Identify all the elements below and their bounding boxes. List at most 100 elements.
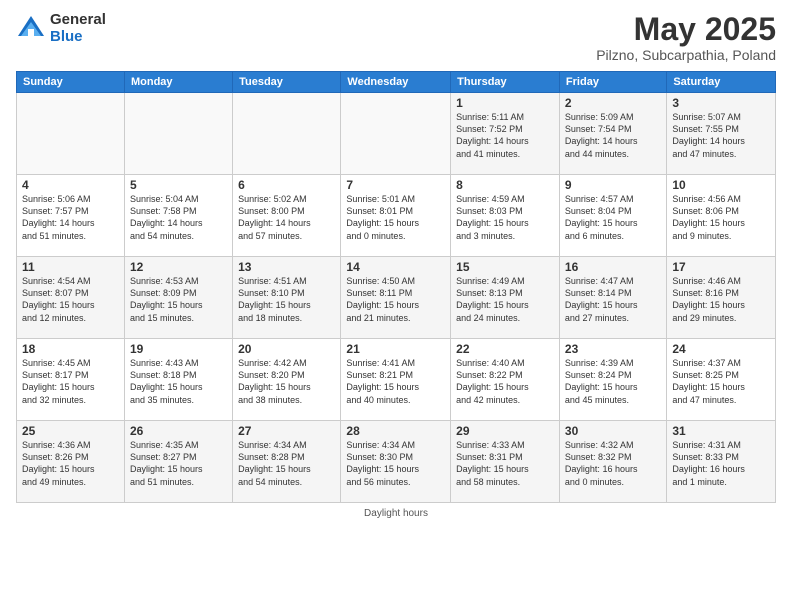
day-info: Sunrise: 4:37 AM Sunset: 8:25 PM Dayligh… (672, 357, 770, 406)
day-cell: 2Sunrise: 5:09 AM Sunset: 7:54 PM Daylig… (559, 93, 666, 175)
day-number: 30 (565, 424, 661, 438)
day-cell: 11Sunrise: 4:54 AM Sunset: 8:07 PM Dayli… (17, 257, 125, 339)
logo: General Blue (16, 12, 106, 45)
day-cell: 29Sunrise: 4:33 AM Sunset: 8:31 PM Dayli… (451, 421, 560, 503)
day-number: 26 (130, 424, 227, 438)
day-number: 2 (565, 96, 661, 110)
logo-text: General Blue (50, 12, 106, 45)
day-cell: 18Sunrise: 4:45 AM Sunset: 8:17 PM Dayli… (17, 339, 125, 421)
day-info: Sunrise: 4:43 AM Sunset: 8:18 PM Dayligh… (130, 357, 227, 406)
logo-general-text: General (50, 12, 106, 29)
day-number: 17 (672, 260, 770, 274)
day-number: 20 (238, 342, 335, 356)
day-number: 7 (346, 178, 445, 192)
day-cell: 26Sunrise: 4:35 AM Sunset: 8:27 PM Dayli… (124, 421, 232, 503)
day-number: 24 (672, 342, 770, 356)
day-cell: 20Sunrise: 4:42 AM Sunset: 8:20 PM Dayli… (233, 339, 341, 421)
day-cell: 25Sunrise: 4:36 AM Sunset: 8:26 PM Dayli… (17, 421, 125, 503)
day-number: 19 (130, 342, 227, 356)
col-wednesday: Wednesday (341, 72, 451, 93)
day-info: Sunrise: 4:42 AM Sunset: 8:20 PM Dayligh… (238, 357, 335, 406)
day-number: 10 (672, 178, 770, 192)
col-saturday: Saturday (667, 72, 776, 93)
day-cell: 8Sunrise: 4:59 AM Sunset: 8:03 PM Daylig… (451, 175, 560, 257)
day-info: Sunrise: 4:47 AM Sunset: 8:14 PM Dayligh… (565, 275, 661, 324)
day-info: Sunrise: 4:40 AM Sunset: 8:22 PM Dayligh… (456, 357, 554, 406)
day-number: 4 (22, 178, 119, 192)
day-cell: 3Sunrise: 5:07 AM Sunset: 7:55 PM Daylig… (667, 93, 776, 175)
day-cell: 21Sunrise: 4:41 AM Sunset: 8:21 PM Dayli… (341, 339, 451, 421)
day-number: 31 (672, 424, 770, 438)
day-number: 8 (456, 178, 554, 192)
day-cell: 17Sunrise: 4:46 AM Sunset: 8:16 PM Dayli… (667, 257, 776, 339)
day-info: Sunrise: 5:11 AM Sunset: 7:52 PM Dayligh… (456, 111, 554, 160)
day-info: Sunrise: 4:31 AM Sunset: 8:33 PM Dayligh… (672, 439, 770, 488)
day-info: Sunrise: 4:34 AM Sunset: 8:30 PM Dayligh… (346, 439, 445, 488)
day-number: 18 (22, 342, 119, 356)
day-cell: 19Sunrise: 4:43 AM Sunset: 8:18 PM Dayli… (124, 339, 232, 421)
logo-icon (16, 14, 46, 44)
title-block: May 2025 Pilzno, Subcarpathia, Poland (596, 12, 776, 63)
day-info: Sunrise: 5:07 AM Sunset: 7:55 PM Dayligh… (672, 111, 770, 160)
day-number: 9 (565, 178, 661, 192)
day-info: Sunrise: 5:06 AM Sunset: 7:57 PM Dayligh… (22, 193, 119, 242)
day-cell (124, 93, 232, 175)
day-cell (233, 93, 341, 175)
day-info: Sunrise: 4:36 AM Sunset: 8:26 PM Dayligh… (22, 439, 119, 488)
day-number: 27 (238, 424, 335, 438)
day-info: Sunrise: 4:49 AM Sunset: 8:13 PM Dayligh… (456, 275, 554, 324)
day-cell: 23Sunrise: 4:39 AM Sunset: 8:24 PM Dayli… (559, 339, 666, 421)
day-info: Sunrise: 4:54 AM Sunset: 8:07 PM Dayligh… (22, 275, 119, 324)
day-info: Sunrise: 4:56 AM Sunset: 8:06 PM Dayligh… (672, 193, 770, 242)
day-info: Sunrise: 4:51 AM Sunset: 8:10 PM Dayligh… (238, 275, 335, 324)
day-number: 1 (456, 96, 554, 110)
day-cell: 6Sunrise: 5:02 AM Sunset: 8:00 PM Daylig… (233, 175, 341, 257)
header: General Blue May 2025 Pilzno, Subcarpath… (16, 12, 776, 63)
title-month: May 2025 (596, 12, 776, 47)
week-row-2: 4Sunrise: 5:06 AM Sunset: 7:57 PM Daylig… (17, 175, 776, 257)
day-cell: 13Sunrise: 4:51 AM Sunset: 8:10 PM Dayli… (233, 257, 341, 339)
day-number: 13 (238, 260, 335, 274)
day-info: Sunrise: 5:02 AM Sunset: 8:00 PM Dayligh… (238, 193, 335, 242)
day-info: Sunrise: 4:53 AM Sunset: 8:09 PM Dayligh… (130, 275, 227, 324)
logo-blue-text: Blue (50, 29, 106, 46)
day-info: Sunrise: 4:34 AM Sunset: 8:28 PM Dayligh… (238, 439, 335, 488)
col-monday: Monday (124, 72, 232, 93)
footer: Daylight hours (16, 508, 776, 519)
day-info: Sunrise: 4:46 AM Sunset: 8:16 PM Dayligh… (672, 275, 770, 324)
day-cell: 24Sunrise: 4:37 AM Sunset: 8:25 PM Dayli… (667, 339, 776, 421)
day-info: Sunrise: 4:32 AM Sunset: 8:32 PM Dayligh… (565, 439, 661, 488)
day-number: 5 (130, 178, 227, 192)
day-info: Sunrise: 4:39 AM Sunset: 8:24 PM Dayligh… (565, 357, 661, 406)
day-cell: 10Sunrise: 4:56 AM Sunset: 8:06 PM Dayli… (667, 175, 776, 257)
day-number: 28 (346, 424, 445, 438)
day-cell: 22Sunrise: 4:40 AM Sunset: 8:22 PM Dayli… (451, 339, 560, 421)
day-cell: 15Sunrise: 4:49 AM Sunset: 8:13 PM Dayli… (451, 257, 560, 339)
col-tuesday: Tuesday (233, 72, 341, 93)
calendar: Sunday Monday Tuesday Wednesday Thursday… (16, 71, 776, 503)
day-number: 12 (130, 260, 227, 274)
day-cell (341, 93, 451, 175)
day-info: Sunrise: 4:57 AM Sunset: 8:04 PM Dayligh… (565, 193, 661, 242)
day-cell: 28Sunrise: 4:34 AM Sunset: 8:30 PM Dayli… (341, 421, 451, 503)
week-row-4: 18Sunrise: 4:45 AM Sunset: 8:17 PM Dayli… (17, 339, 776, 421)
day-info: Sunrise: 4:35 AM Sunset: 8:27 PM Dayligh… (130, 439, 227, 488)
day-info: Sunrise: 5:04 AM Sunset: 7:58 PM Dayligh… (130, 193, 227, 242)
col-thursday: Thursday (451, 72, 560, 93)
day-number: 16 (565, 260, 661, 274)
day-cell: 14Sunrise: 4:50 AM Sunset: 8:11 PM Dayli… (341, 257, 451, 339)
day-number: 11 (22, 260, 119, 274)
week-row-5: 25Sunrise: 4:36 AM Sunset: 8:26 PM Dayli… (17, 421, 776, 503)
day-number: 22 (456, 342, 554, 356)
day-info: Sunrise: 5:01 AM Sunset: 8:01 PM Dayligh… (346, 193, 445, 242)
calendar-header-row: Sunday Monday Tuesday Wednesday Thursday… (17, 72, 776, 93)
day-cell (17, 93, 125, 175)
day-cell: 1Sunrise: 5:11 AM Sunset: 7:52 PM Daylig… (451, 93, 560, 175)
day-info: Sunrise: 4:33 AM Sunset: 8:31 PM Dayligh… (456, 439, 554, 488)
day-cell: 7Sunrise: 5:01 AM Sunset: 8:01 PM Daylig… (341, 175, 451, 257)
day-number: 6 (238, 178, 335, 192)
day-number: 14 (346, 260, 445, 274)
col-sunday: Sunday (17, 72, 125, 93)
title-location: Pilzno, Subcarpathia, Poland (596, 47, 776, 63)
day-number: 21 (346, 342, 445, 356)
